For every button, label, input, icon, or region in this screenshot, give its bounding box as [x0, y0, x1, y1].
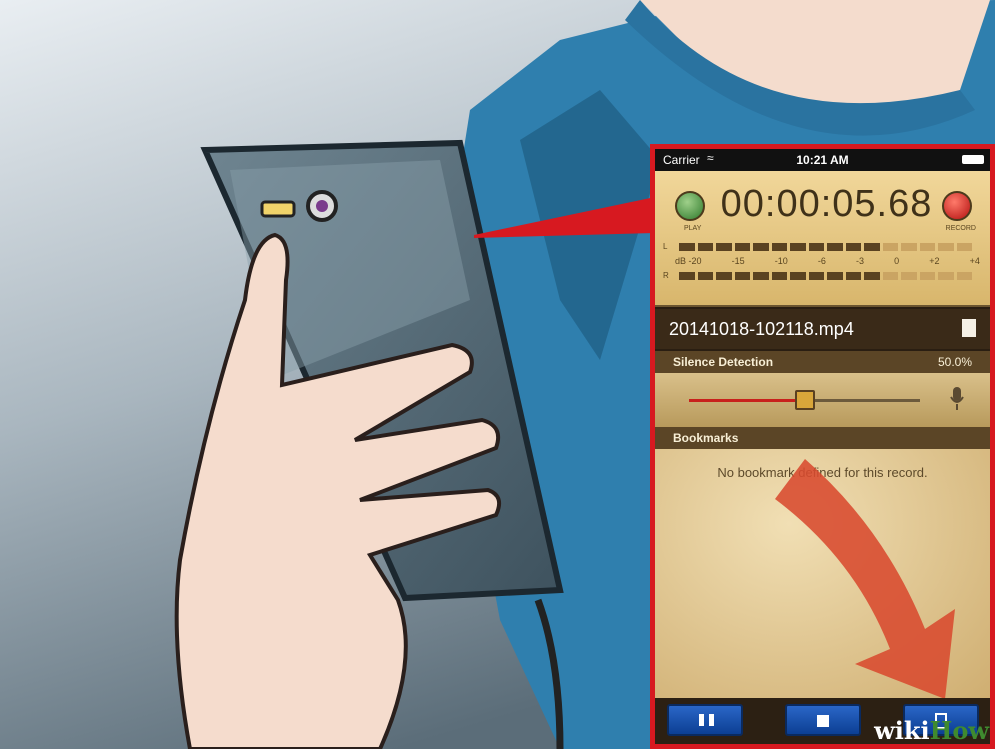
silence-detection-value: 50.0%: [937, 355, 972, 369]
play-label: PLAY: [684, 225, 702, 232]
record-icon[interactable]: [942, 191, 972, 221]
battery-icon: [962, 155, 984, 164]
phone-screen-zoom: Carrier ≈ 10:21 AM PLAY 00:00:05.68 RECO…: [650, 144, 995, 749]
pause-button[interactable]: [667, 704, 743, 736]
stop-button[interactable]: [785, 704, 861, 736]
wikihow-watermark: wikiHow: [874, 716, 989, 745]
instruction-arrow: [775, 459, 955, 699]
db-scale: dB -20 -15 -10 -6 -3 0 +2 +4: [675, 256, 980, 266]
bookmarks-header: Bookmarks: [655, 427, 990, 449]
file-row[interactable]: 20141018-102118.mp4: [655, 309, 990, 349]
right-channel-label: R: [663, 271, 669, 280]
silence-slider-area: [655, 373, 990, 427]
silence-slider-fill: [689, 399, 805, 402]
play-icon[interactable]: [675, 191, 705, 221]
record-label: RECORD: [945, 225, 976, 232]
bookmark-icon[interactable]: [962, 319, 976, 337]
file-name: 20141018-102118.mp4: [669, 319, 854, 339]
left-level-meter: [679, 243, 972, 251]
right-level-meter: [679, 272, 972, 280]
silence-detection-label: Silence Detection: [673, 355, 774, 369]
microphone-icon: [950, 387, 964, 410]
left-channel-label: L: [663, 242, 668, 251]
status-bar: Carrier ≈ 10:21 AM: [655, 149, 990, 171]
bookmarks-label: Bookmarks: [673, 431, 739, 445]
bookmarks-list: No bookmark defined for this record.: [655, 449, 990, 699]
silence-detection-header: Silence Detection 50.0%: [655, 351, 990, 373]
recording-timer: 00:00:05.68: [720, 183, 933, 225]
stop-icon: [817, 715, 829, 727]
silence-slider-thumb[interactable]: [794, 390, 815, 410]
phone-camera-lens: [316, 200, 328, 212]
phone-flash: [260, 200, 296, 218]
silence-slider-track[interactable]: [689, 390, 920, 410]
status-time: 10:21 AM: [796, 153, 849, 167]
recorder-panel: PLAY 00:00:05.68 RECORD L dB -20 -15 -10 -6…: [655, 171, 990, 307]
